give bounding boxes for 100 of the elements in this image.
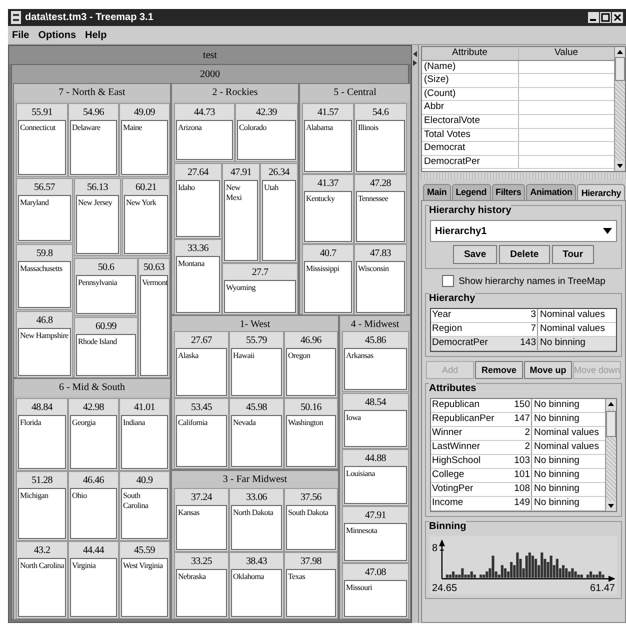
cell-name-box: Idaho: [176, 180, 220, 237]
menu-item[interactable]: Options: [38, 30, 76, 40]
dropdown-value: Hierarchy1: [435, 226, 487, 236]
checkbox-label[interactable]: Show hierarchy names in TreeMap: [458, 276, 606, 286]
cell-value: 42.98: [82, 400, 105, 414]
tab[interactable]: Main: [423, 184, 451, 200]
cell-name-box: Colorado: [237, 120, 296, 160]
cell-value: 37.98: [299, 554, 322, 568]
cell-value: 48.54: [364, 396, 388, 410]
table-cell: 7: [511, 323, 538, 336]
cell-value: 46.96: [299, 334, 322, 348]
scrollbar-thumb[interactable]: [615, 57, 625, 81]
cell-value: 37.24: [190, 490, 214, 504]
history-button[interactable]: Tour: [552, 245, 594, 264]
table-row[interactable]: College 101 No binning: [431, 469, 605, 483]
menu-item[interactable]: Help: [85, 30, 107, 40]
window-menu-icon[interactable]: [11, 11, 21, 24]
cell-value: 54.96: [82, 106, 105, 120]
table-row[interactable]: Republican 150 No binning: [431, 399, 605, 413]
cell-name-box: Wyoming: [224, 280, 296, 313]
scrollbar[interactable]: [605, 399, 616, 511]
table-cell-text: (Count): [423, 88, 457, 100]
table-row[interactable]: DemocratPer 143 No binning: [431, 337, 616, 351]
table-cell-text: No binning: [533, 455, 580, 468]
cell-name-box: Minnesota: [344, 523, 407, 561]
table-cell-text: LastWinner: [431, 441, 482, 454]
cell-value: 44.44: [82, 544, 106, 558]
cell-value: 33.06: [244, 490, 268, 504]
cell-name-box: Louisiana: [344, 466, 407, 504]
cell-name-box: New York: [124, 195, 168, 254]
cell-value: 51.28: [30, 474, 54, 488]
region-label: 7 - North & East: [14, 84, 170, 101]
cell-value: 47.91: [229, 166, 252, 180]
cell-value: 33.36: [186, 242, 210, 256]
cell-name-box: Delaware: [70, 120, 117, 175]
cell-name-box: Alabama: [304, 120, 352, 172]
cell-value: 50.6: [96, 260, 116, 274]
axis-tick-label: 8: [432, 543, 438, 554]
cell-value: 41.57: [316, 106, 340, 120]
cell-value: 47.91: [364, 508, 387, 522]
table-cell-text: Nominal values: [533, 427, 600, 440]
hierarchy-button[interactable]: Remove: [475, 361, 523, 379]
cell-value: 26.34: [267, 166, 291, 180]
cell-name-box: New Mexi: [224, 180, 258, 261]
splitter-right-arrow-icon[interactable]: [413, 60, 417, 66]
history-button[interactable]: Save: [452, 245, 498, 264]
cell-value: 42.39: [254, 106, 278, 120]
history-button[interactable]: Delete: [499, 245, 550, 264]
table-cell: 101: [505, 469, 532, 482]
cell-name-box: Florida: [18, 415, 66, 469]
table-row[interactable]: Winner 2 Nominal values: [431, 427, 605, 441]
cell-name-box: Nebraska: [176, 569, 227, 617]
table-cell-text: Year: [431, 309, 452, 322]
table-row[interactable]: VotingPer 108 No binning: [431, 483, 605, 497]
tab[interactable]: Hierarchy: [577, 184, 626, 200]
table-cell-text: VotingPer: [431, 483, 474, 496]
cell-value: 54.6: [371, 106, 390, 120]
cell-value: 55.79: [244, 334, 268, 348]
table-row[interactable]: RepublicanPer 147 No binning: [431, 413, 605, 427]
hierarchy-dropdown[interactable]: Hierarchy1: [430, 220, 617, 242]
cell-name-box: Virginia: [70, 558, 117, 617]
checkbox[interactable]: [442, 275, 454, 287]
cell-value: 60.99: [94, 320, 118, 334]
table-cell: 2: [505, 427, 532, 440]
cell-value: 27.64: [186, 166, 210, 180]
menu-item[interactable]: File: [12, 30, 30, 40]
tab[interactable]: Legend: [452, 184, 491, 200]
cell-name-box: Alaska: [176, 348, 227, 396]
region-label: 6 - Mid & South: [14, 379, 170, 396]
table-cell-text: Abbr: [423, 101, 446, 114]
table-cell: 2: [505, 441, 532, 454]
table-row[interactable]: LastWinner 2 Nominal values: [431, 441, 605, 455]
table-row[interactable]: Year 3 Nominal values: [431, 309, 616, 323]
table-row[interactable]: HighSchool 103 No binning: [431, 455, 605, 469]
maximize-icon[interactable]: [600, 12, 611, 23]
dropdown-arrow-icon: [603, 228, 612, 234]
table-cell-text: No binning: [533, 399, 580, 412]
hierarchy-button[interactable]: Move up: [524, 361, 572, 379]
cell-value: 40.9: [135, 474, 154, 488]
cell-name-box: Indiana: [121, 415, 168, 469]
table-cell-text: Winner: [431, 427, 464, 440]
cell-name-box: North Carolina: [18, 558, 66, 617]
tab[interactable]: Filters: [492, 184, 526, 200]
table-cell-text: No binning: [539, 337, 586, 350]
table-row[interactable]: Income 149 No binning: [431, 497, 605, 511]
tab[interactable]: Animation: [526, 184, 576, 200]
cell-name-box: Kentucky: [304, 191, 352, 242]
cell-name-box: Missouri: [344, 580, 407, 617]
column-header[interactable]: Attribute: [422, 47, 518, 60]
cell-value: 50.16: [299, 400, 322, 414]
table-cell: 103: [505, 455, 532, 468]
scrollbar[interactable]: [614, 47, 625, 171]
splitter-left-arrow-icon[interactable]: [413, 51, 417, 57]
minimize-icon[interactable]: [588, 12, 599, 23]
table-cell-text: DemocratPer: [423, 156, 481, 168]
scrollbar-thumb[interactable]: [606, 411, 616, 437]
cell-value: 45.98: [244, 400, 268, 414]
cell-value: 56.13: [86, 180, 109, 194]
close-icon[interactable]: [612, 12, 623, 23]
cell-value: 56.57: [32, 180, 56, 194]
